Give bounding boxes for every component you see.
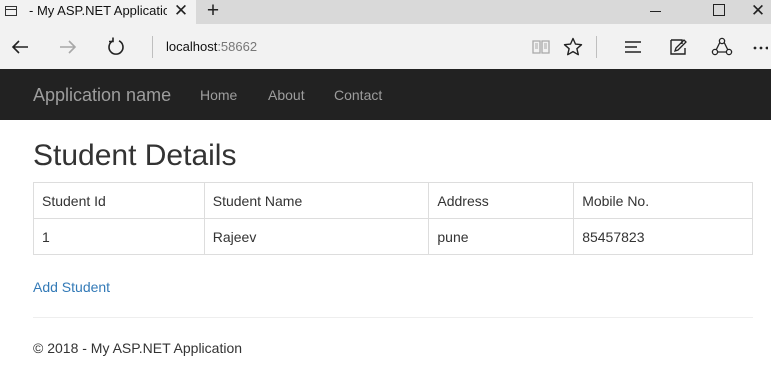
nav-link-about[interactable]: About <box>268 87 305 103</box>
footer-divider <box>33 317 753 318</box>
address-bar-divider <box>152 36 153 58</box>
close-window-button[interactable]: ✕ <box>735 0 771 24</box>
cell-address: pune <box>428 218 575 255</box>
students-table: Student Id Student Name Address Mobile N… <box>33 182 753 255</box>
nav-link-contact[interactable]: Contact <box>334 87 382 103</box>
share-icon[interactable] <box>708 24 736 69</box>
tab-close-icon[interactable]: ✕ <box>172 1 190 21</box>
add-student-link[interactable]: Add Student <box>33 279 110 295</box>
web-note-icon[interactable] <box>665 24 691 69</box>
refresh-icon[interactable] <box>102 24 130 69</box>
address-port: :58662 <box>217 39 258 54</box>
address-bar[interactable]: localhost:58662 <box>166 38 257 56</box>
tab-strip: - My ASP.NET Applicatio ✕ + ✕ <box>0 0 771 24</box>
favorite-star-icon[interactable] <box>560 24 586 69</box>
new-tab-button[interactable]: + <box>202 0 224 22</box>
footer-copyright: © 2018 - My ASP.NET Application <box>33 340 243 356</box>
brand-link[interactable]: Application name <box>33 85 171 105</box>
back-arrow-icon[interactable] <box>6 24 34 69</box>
reading-view-icon[interactable] <box>529 24 553 69</box>
cell-student-name: Rajeev <box>203 218 430 255</box>
column-header-mobile: Mobile No. <box>573 182 753 219</box>
hub-icon[interactable] <box>620 24 646 69</box>
column-header-student-name: Student Name <box>203 182 430 219</box>
minimize-window-button[interactable] <box>632 0 678 24</box>
column-header-student-id: Student Id <box>33 182 205 219</box>
toolbar-divider <box>596 36 597 58</box>
table-header-row: Student Id Student Name Address Mobile N… <box>33 182 753 219</box>
browser-tab[interactable]: - My ASP.NET Applicatio ✕ <box>0 0 196 24</box>
address-host: localhost <box>166 39 218 54</box>
cell-student-id: 1 <box>33 218 205 255</box>
browser-toolbar: localhost:58662 <box>0 24 771 69</box>
cell-mobile: 85457823 <box>573 218 753 255</box>
page-title: Student Details <box>33 139 237 172</box>
page-icon <box>5 6 17 16</box>
site-navbar: Application name Home About Contact <box>0 69 771 120</box>
forward-arrow-icon[interactable] <box>54 24 82 69</box>
tab-title: - My ASP.NET Applicatio <box>29 3 167 18</box>
column-header-address: Address <box>428 182 575 219</box>
nav-link-home[interactable]: Home <box>200 87 237 103</box>
more-icon[interactable] <box>750 24 770 69</box>
table-row: 1 Rajeev pune 85457823 <box>33 218 753 255</box>
